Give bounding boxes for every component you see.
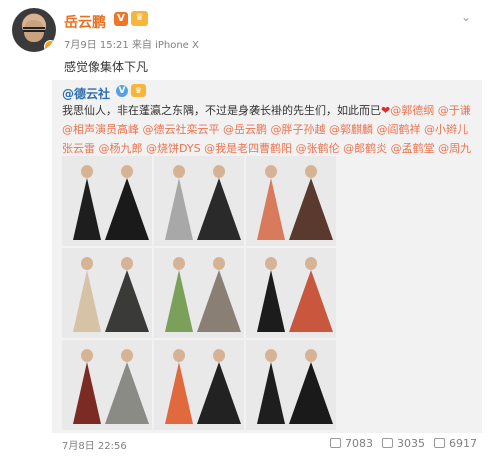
mention-link[interactable]: @我是老四曹鹤阳 xyxy=(204,142,292,155)
person-figure xyxy=(257,257,286,332)
like-count: 6917 xyxy=(449,437,477,450)
person-figure xyxy=(257,349,286,424)
verified-icon: V xyxy=(116,85,128,97)
mention-link[interactable]: @郎鹤炎 xyxy=(343,142,387,155)
person-figure xyxy=(165,349,194,424)
mention-link[interactable]: @孟鹤堂 xyxy=(391,142,435,155)
comment-count: 3035 xyxy=(397,437,425,450)
mention-link[interactable]: @杨九郎 xyxy=(99,142,143,155)
mention-link[interactable]: @郭德纲 xyxy=(390,104,434,117)
person-figure xyxy=(104,349,149,424)
post-text: 感觉像集体下凡 xyxy=(64,60,149,74)
chevron-down-icon[interactable]: ⌄ xyxy=(458,9,474,25)
comment-button[interactable]: 3035 xyxy=(382,437,425,450)
mention-link[interactable]: @岳云鹏 xyxy=(223,123,267,136)
post-meta: 7月9日 15:21 来自 iPhone X xyxy=(64,40,199,51)
person-figure xyxy=(257,165,286,240)
photo-thumbnail[interactable] xyxy=(62,156,152,246)
photo-thumbnail[interactable] xyxy=(246,156,336,246)
user-avatar[interactable] xyxy=(12,8,56,52)
retweet-timestamp[interactable]: 7月8日 22:56 xyxy=(62,437,127,452)
mention-link[interactable]: @阎鹤祥 xyxy=(377,123,421,136)
person-figure xyxy=(165,257,194,332)
person-figure xyxy=(73,257,102,332)
post-username[interactable]: 岳云鹏 xyxy=(64,12,106,32)
retweet-author[interactable]: @德云社 xyxy=(62,85,110,102)
mention-link[interactable]: @相声演员高峰 xyxy=(62,123,139,136)
retweet-text-body: 我思仙人，非在蓬瀛之东隅，不过是身袭长褂的先生们，如此而已 xyxy=(62,104,381,117)
mention-link[interactable]: @烧饼DYS xyxy=(146,142,201,155)
verified-icon: V xyxy=(114,12,128,26)
photo-thumbnail[interactable] xyxy=(62,248,152,338)
photo-thumbnail[interactable] xyxy=(154,248,244,338)
person-figure xyxy=(288,257,333,332)
like-icon xyxy=(434,438,445,448)
photo-thumbnail[interactable] xyxy=(62,340,152,430)
like-button[interactable]: 6917 xyxy=(434,437,477,450)
person-figure xyxy=(288,349,333,424)
heart-icon: ❤ xyxy=(381,104,391,117)
person-figure xyxy=(196,257,241,332)
mention-link[interactable]: @于谦 xyxy=(438,104,471,117)
member-crown-icon[interactable]: ♛ xyxy=(131,84,146,97)
member-crown-icon[interactable]: ♛ xyxy=(131,11,148,26)
person-figure xyxy=(104,257,149,332)
photo-thumbnail[interactable] xyxy=(246,248,336,338)
photo-thumbnail[interactable] xyxy=(246,340,336,430)
mention-link[interactable]: @德云社栾云平 xyxy=(143,123,220,136)
photo-thumbnail[interactable] xyxy=(154,156,244,246)
person-figure xyxy=(73,165,102,240)
person-figure xyxy=(165,165,194,240)
person-figure xyxy=(196,165,241,240)
person-figure xyxy=(104,165,149,240)
person-figure xyxy=(288,165,333,240)
person-figure xyxy=(73,349,102,424)
repost-count: 7083 xyxy=(345,437,373,450)
repost-button[interactable]: 7083 xyxy=(330,437,373,450)
photo-thumbnail[interactable] xyxy=(154,340,244,430)
mention-link[interactable]: @郭麒麟 xyxy=(329,123,373,136)
comment-icon xyxy=(382,438,393,448)
mention-link[interactable]: @张鹤伦 xyxy=(296,142,340,155)
retweet-block: @德云社 V ♛ 我思仙人，非在蓬瀛之东隅，不过是身袭长褂的先生们，如此而已❤@… xyxy=(52,80,482,452)
weibo-post-card: 岳云鹏 V ♛ 7月9日 15:21 来自 iPhone X ⌄ 感觉像集体下凡… xyxy=(0,0,490,461)
repost-icon xyxy=(330,438,341,448)
person-figure xyxy=(196,349,241,424)
mention-link[interactable]: @胖子孙越 xyxy=(271,123,326,136)
